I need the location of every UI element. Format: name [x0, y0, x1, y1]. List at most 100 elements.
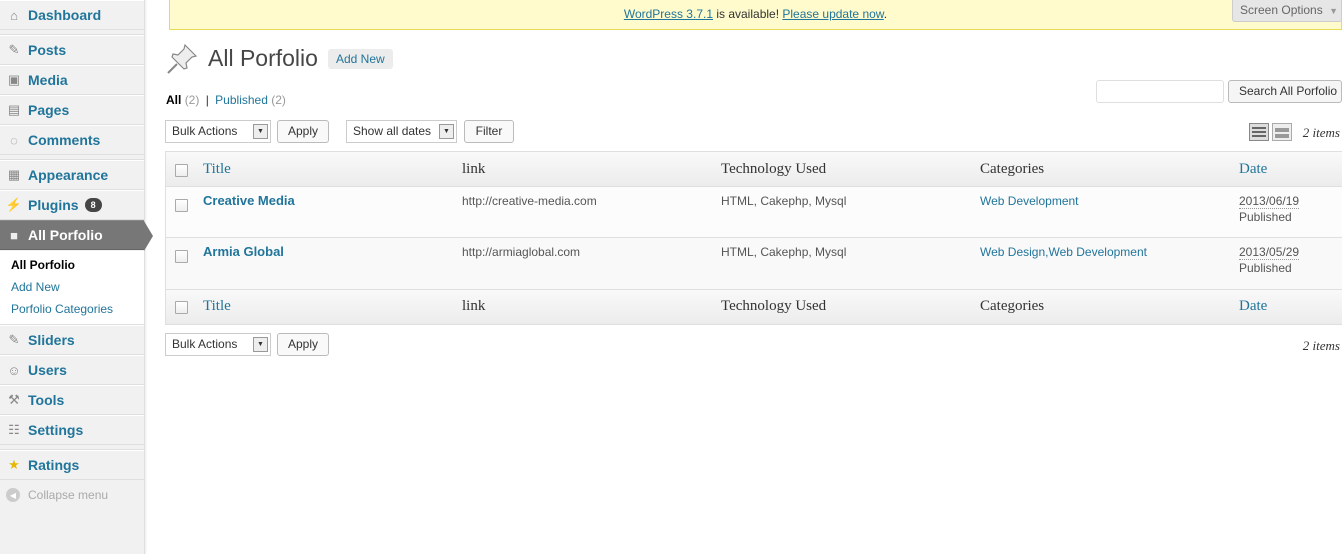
- notice-text: is available!: [713, 7, 783, 21]
- menu-label: Users: [28, 362, 67, 378]
- date-filter-select[interactable]: Show all dates ▼: [346, 120, 457, 143]
- submenu-all-porfolio[interactable]: All Porfolio: [11, 258, 75, 272]
- briefcase-icon: ■: [10, 227, 18, 243]
- admin-sidebar: ⌂ Dashboard ✎ Posts ▣ Media ▤ Pages ◌ Co…: [0, 0, 153, 554]
- menu-ratings[interactable]: ★ Ratings: [0, 450, 144, 480]
- row-title-link[interactable]: Creative Media: [203, 193, 295, 208]
- screen-options-label: Screen Options: [1240, 3, 1323, 17]
- star-icon: ★: [8, 457, 20, 472]
- menu-plugins[interactable]: ⚡ Plugins 8: [0, 190, 144, 220]
- submenu-porfolio-categories[interactable]: Porfolio Categories: [11, 302, 113, 316]
- search-all-porfolio-button[interactable]: Search All Porfolio: [1228, 80, 1342, 103]
- filter-published-count: (2): [271, 93, 286, 107]
- menu-comments[interactable]: ◌ Comments: [0, 125, 144, 155]
- porfolio-submenu: All Porfolio Add New Porfolio Categories: [0, 251, 144, 325]
- apply-button-bottom[interactable]: Apply: [277, 333, 329, 356]
- chevron-down-icon: ▼: [253, 337, 268, 352]
- bulk-actions-value: Bulk Actions: [172, 337, 238, 351]
- bulk-actions-select-bottom[interactable]: Bulk Actions ▼: [165, 333, 271, 356]
- menu-dashboard[interactable]: ⌂ Dashboard: [0, 0, 144, 30]
- items-count-bottom: 2 items: [1302, 338, 1340, 353]
- menu-label: All Porfolio: [28, 227, 103, 243]
- row-date: 2013/05/29 Published: [1239, 245, 1300, 275]
- filter-all-count: (2): [184, 93, 200, 107]
- items-count-top: 2 items: [1302, 125, 1340, 140]
- column-link: link: [462, 161, 486, 177]
- table-header: Title link Technology Used Categories Da…: [166, 152, 1342, 187]
- collapse-arrow-icon: ◀: [6, 488, 20, 502]
- menu-label: Plugins: [28, 197, 79, 213]
- media-icon: ▣: [7, 72, 21, 87]
- collapse-menu-label: Collapse menu: [28, 488, 109, 502]
- screen-options-button[interactable]: Screen Options ▼: [1232, 0, 1342, 22]
- menu-media[interactable]: ▣ Media: [0, 65, 144, 95]
- pages-icon: ▤: [7, 102, 21, 117]
- excerpt-view-icon[interactable]: [1272, 123, 1292, 141]
- row-categories-link[interactable]: Web Development: [980, 194, 1079, 208]
- menu-label: Media: [28, 72, 68, 88]
- column-link: link: [462, 298, 486, 314]
- column-title[interactable]: Title: [203, 161, 231, 178]
- column-date[interactable]: Date: [1239, 298, 1267, 315]
- filter-published[interactable]: Published: [215, 93, 268, 107]
- row-link: http://armiaglobal.com: [462, 245, 581, 259]
- row-status: Published: [1239, 210, 1292, 224]
- row-title-link[interactable]: Armia Global: [203, 244, 284, 259]
- menu-all-porfolio[interactable]: ■ All Porfolio: [0, 220, 153, 251]
- chevron-down-icon: ▼: [253, 124, 268, 139]
- settings-icon: ☷: [8, 422, 20, 437]
- submenu-add-new[interactable]: Add New: [11, 280, 60, 294]
- row-technology: HTML, Cakephp, Mysql: [721, 194, 847, 208]
- row-checkbox[interactable]: [175, 250, 188, 263]
- chevron-down-icon: ▼: [1329, 6, 1338, 16]
- select-all-checkbox[interactable]: [175, 301, 188, 314]
- select-all-checkbox[interactable]: [175, 164, 188, 177]
- dashboard-icon: ⌂: [10, 7, 18, 23]
- collapse-menu[interactable]: ◀ Collapse menu: [6, 488, 108, 502]
- tools-icon: ⚒: [8, 392, 20, 407]
- row-date: 2013/06/19 Published: [1239, 194, 1300, 224]
- search-input[interactable]: [1096, 80, 1224, 103]
- filter-separator: |: [205, 93, 209, 107]
- users-icon: ☺: [7, 362, 21, 378]
- add-new-button[interactable]: Add New: [328, 49, 393, 69]
- menu-settings[interactable]: ☷ Settings: [0, 415, 144, 445]
- update-now-link[interactable]: Please update now: [782, 7, 883, 21]
- chevron-down-icon: ▼: [439, 124, 454, 139]
- column-categories: Categories: [980, 161, 1045, 177]
- column-categories: Categories: [980, 298, 1045, 314]
- pin-icon: ✎: [8, 332, 20, 347]
- porfolio-table: Title link Technology Used Categories Da…: [165, 151, 1342, 325]
- update-notice: WordPress 3.7.1 is available! Please upd…: [169, 0, 1342, 30]
- table-row: Armia Global http://armiaglobal.com HTML…: [166, 238, 1342, 289]
- menu-tools[interactable]: ⚒ Tools: [0, 385, 144, 415]
- filter-button[interactable]: Filter: [464, 120, 514, 143]
- menu-appearance[interactable]: ▦ Appearance: [0, 160, 144, 190]
- column-technology: Technology Used: [721, 298, 827, 314]
- menu-posts[interactable]: ✎ Posts: [0, 35, 144, 65]
- column-technology: Technology Used: [721, 161, 827, 177]
- table-row: Creative Media http://creative-media.com…: [166, 187, 1342, 238]
- column-title[interactable]: Title: [203, 298, 231, 315]
- bulk-actions-select-top[interactable]: Bulk Actions ▼: [165, 120, 271, 143]
- page-title: All Porfolio: [208, 45, 318, 71]
- menu-label: Sliders: [28, 332, 75, 348]
- row-categories-link[interactable]: Web Design,Web Development: [980, 245, 1147, 259]
- row-date-value: 2013/05/29: [1239, 245, 1300, 260]
- column-date[interactable]: Date: [1239, 161, 1267, 178]
- filter-all[interactable]: All: [166, 93, 181, 107]
- plug-icon: ⚡: [5, 197, 23, 212]
- comment-icon: ◌: [10, 132, 18, 148]
- menu-sliders[interactable]: ✎ Sliders: [0, 325, 144, 355]
- menu-users[interactable]: ☺ Users: [0, 355, 144, 385]
- wordpress-version-link[interactable]: WordPress 3.7.1: [624, 7, 713, 21]
- row-checkbox[interactable]: [175, 199, 188, 212]
- update-count-badge: 8: [84, 198, 102, 212]
- menu-pages[interactable]: ▤ Pages: [0, 95, 144, 125]
- table-footer: Title link Technology Used Categories Da…: [166, 289, 1342, 324]
- notice-period: .: [883, 7, 888, 21]
- status-filter-links: All (2) | Published (2): [166, 93, 286, 107]
- apply-button-top[interactable]: Apply: [277, 120, 329, 143]
- row-status: Published: [1239, 261, 1292, 275]
- list-view-icon[interactable]: [1249, 123, 1269, 141]
